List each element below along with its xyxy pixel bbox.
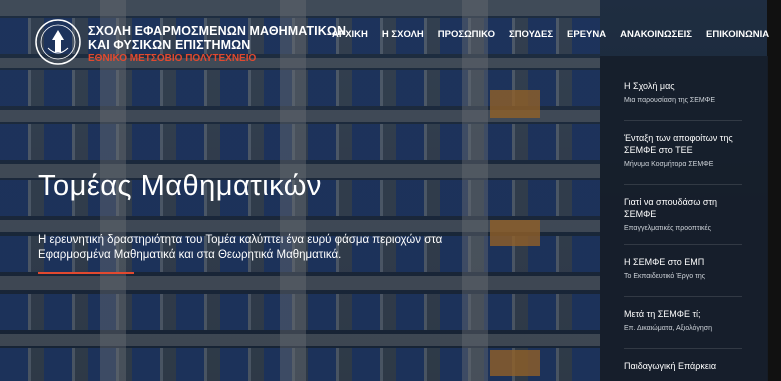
side-menu-item-title: Η Σχολή μας: [624, 81, 675, 91]
side-menu-item-pedagogy[interactable]: Παιδαγωγική Επάρκεια: [624, 360, 746, 372]
school-logo[interactable]: [34, 18, 82, 66]
brand-block[interactable]: ΣΧΟΛΗ ΕΦΑΡΜΟΣΜΕΝΩΝ ΜΑΘΗΜΑΤΙΚΩΝ ΚΑΙ ΦΥΣΙΚ…: [88, 24, 346, 65]
brand-line-3: ΕΘΝΙΚΟ ΜΕΤΣΟΒΙΟ ΠΟΛΥΤΕΧΝΕΙΟ: [88, 53, 257, 64]
nav-staff[interactable]: ΠΡΟΣΩΠΙΚΟ: [438, 29, 495, 40]
page-edge: [767, 0, 781, 381]
side-menu-item-subtitle: Επαγγελματικές προοπτικές: [624, 225, 712, 232]
hero-title: Τομέας Μαθηματικών: [38, 170, 322, 202]
side-menu-item-why-study[interactable]: Γιατί να σπουδάσω στη ΣΕΜΦΕ Επαγγελματικ…: [624, 196, 746, 234]
side-menu-item-title: Η ΣΕΜΦΕ στο ΕΜΠ: [624, 257, 705, 267]
side-menu-item-subtitle: Μια παρουσίαση της ΣΕΜΦΕ: [624, 97, 715, 104]
side-menu: Η Σχολή μας Μια παρουσίαση της ΣΕΜΦΕ Έντ…: [600, 56, 768, 381]
nav-school[interactable]: Η ΣΧΟΛΗ: [382, 29, 424, 40]
side-menu-item-subtitle: Το Εκπαιδευτικό Έργο της: [624, 273, 706, 280]
nav-home[interactable]: ΑΡΧΙΚΗ: [332, 29, 368, 40]
brand-line-1: ΣΧΟΛΗ ΕΦΑΡΜΟΣΜΕΝΩΝ ΜΑΘΗΜΑΤΙΚΩΝ: [88, 24, 347, 38]
brand-line-2: ΚΑΙ ΦΥΣΙΚΩΝ ΕΠΙΣΤΗΜΩΝ: [88, 38, 251, 52]
nav-announcements[interactable]: ΑΝΑΚΟΙΝΩΣΕΙΣ: [620, 29, 692, 40]
main-nav: ΑΡΧΙΚΗ Η ΣΧΟΛΗ ΠΡΟΣΩΠΙΚΟ ΣΠΟΥΔΕΣ ΕΡΕΥΝΑ …: [332, 29, 769, 40]
nav-research[interactable]: ΕΡΕΥΝΑ: [567, 29, 606, 40]
side-menu-item-school[interactable]: Η Σχολή μας Μια παρουσίαση της ΣΕΜΦΕ: [624, 80, 746, 106]
hero-accent-line: [38, 272, 134, 274]
nav-studies[interactable]: ΣΠΟΥΔΕΣ: [509, 29, 553, 40]
side-menu-item-after-semfe[interactable]: Μετά τη ΣΕΜΦΕ τί; Επ. Δικαιώματα, Αξιολό…: [624, 308, 746, 334]
side-menu-item-title: Ένταξη των αποφοίτων της ΣΕΜΦΕ στο ΤΕΕ: [624, 133, 733, 155]
nav-contact[interactable]: ΕΠΙΚΟΙΝΩΝΙΑ: [706, 29, 769, 40]
side-menu-item-title: Γιατί να σπουδάσω στη ΣΕΜΦΕ: [624, 197, 718, 219]
hero-description: Η ερευνητική δραστηριότητα του Τομέα καλ…: [38, 234, 443, 261]
side-menu-item-subtitle: Επ. Δικαιώματα, Αξιολόγηση: [624, 325, 713, 332]
side-menu-item-subtitle: Μήνυμα Κοσμήτορα ΣΕΜΦΕ: [624, 161, 714, 168]
side-menu-item-tee[interactable]: Ένταξη των αποφοίτων της ΣΕΜΦΕ στο ΤΕΕ Μ…: [624, 132, 746, 170]
side-menu-item-title: Παιδαγωγική Επάρκεια: [624, 361, 717, 371]
side-menu-item-title: Μετά τη ΣΕΜΦΕ τί;: [624, 309, 701, 319]
side-menu-item-semfe-emp[interactable]: Η ΣΕΜΦΕ στο ΕΜΠ Το Εκπαιδευτικό Έργο της: [624, 256, 746, 282]
